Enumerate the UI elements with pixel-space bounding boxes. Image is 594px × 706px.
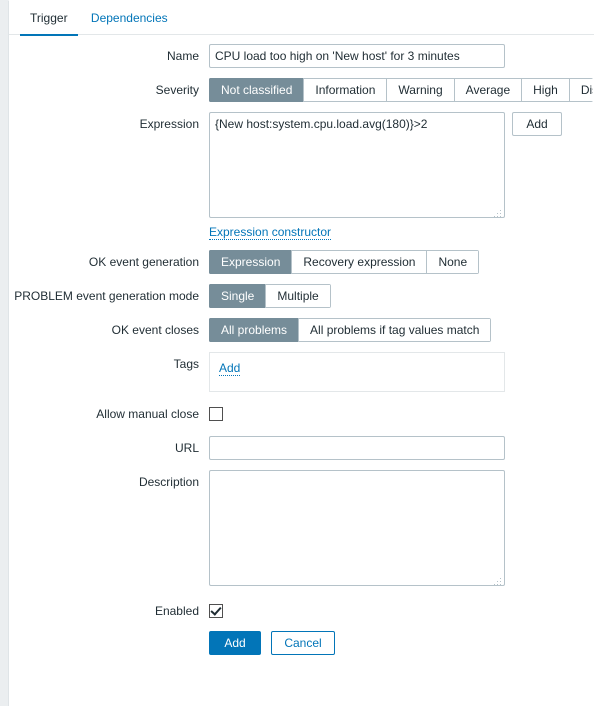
row-enabled: Enabled bbox=[9, 599, 594, 623]
row-name: Name bbox=[9, 44, 594, 68]
label-problem-event-generation-mode: PROBLEM event generation mode bbox=[14, 289, 199, 303]
ok-event-closes-option-all-problems-if-tag-values-match[interactable]: All problems if tag values match bbox=[298, 318, 492, 342]
ok-event-generation-option-expression[interactable]: Expression bbox=[209, 250, 292, 274]
expression-constructor-row: Expression constructor bbox=[209, 225, 594, 240]
enabled-checkbox[interactable] bbox=[209, 604, 223, 618]
submit-button[interactable]: Add bbox=[209, 631, 261, 655]
severity-radio-group[interactable]: Not classified Information Warning Avera… bbox=[209, 78, 593, 102]
field-allow-manual-close bbox=[209, 402, 594, 424]
field-ok-event-generation: Expression Recovery expression None bbox=[209, 250, 594, 274]
cancel-button[interactable]: Cancel bbox=[271, 631, 335, 655]
label-expression: Expression bbox=[139, 117, 199, 131]
severity-option-disaster[interactable]: Disaster bbox=[568, 78, 593, 102]
row-ok-event-generation: OK event generation Expression Recovery … bbox=[9, 250, 594, 274]
tab-bar: Trigger Dependencies bbox=[9, 1, 594, 36]
field-problem-event-generation-mode: Single Multiple bbox=[209, 284, 594, 308]
field-tags: Add bbox=[209, 352, 594, 392]
expression-textarea[interactable] bbox=[209, 112, 505, 218]
label-allow-manual-close: Allow manual close bbox=[96, 407, 199, 421]
allow-manual-close-checkbox[interactable] bbox=[209, 407, 223, 421]
field-url bbox=[209, 436, 594, 460]
row-problem-event-generation-mode: PROBLEM event generation mode Single Mul… bbox=[9, 284, 594, 308]
label-name: Name bbox=[166, 49, 199, 63]
field-severity: Not classified Information Warning Avera… bbox=[209, 78, 594, 102]
row-severity: Severity Not classified Information Warn… bbox=[9, 78, 594, 102]
name-input[interactable] bbox=[209, 44, 505, 68]
severity-option-not-classified[interactable]: Not classified bbox=[209, 78, 304, 102]
row-form-actions: Add Cancel bbox=[9, 631, 594, 655]
field-expression: Add Expression constructor bbox=[209, 112, 594, 240]
field-ok-event-closes: All problems All problems if tag values … bbox=[209, 318, 594, 342]
row-expression: Expression Add bbox=[9, 112, 594, 240]
severity-scroll-clip: Not classified Information Warning Avera… bbox=[209, 78, 593, 102]
field-description bbox=[209, 470, 594, 589]
trigger-form: Name Severity Not classified Information… bbox=[9, 35, 594, 655]
tab-trigger[interactable]: Trigger bbox=[20, 1, 78, 36]
label-description: Description bbox=[138, 475, 199, 489]
severity-option-warning[interactable]: Warning bbox=[386, 78, 454, 102]
field-enabled bbox=[209, 599, 594, 621]
label-url: URL bbox=[174, 441, 199, 455]
severity-option-average[interactable]: Average bbox=[453, 78, 522, 102]
expression-textarea-wrap bbox=[209, 112, 505, 221]
description-textarea-wrap bbox=[209, 470, 505, 589]
tags-add-link[interactable]: Add bbox=[219, 361, 241, 376]
ok-event-closes-radio-group[interactable]: All problems All problems if tag values … bbox=[209, 318, 492, 342]
ok-event-closes-option-all-problems[interactable]: All problems bbox=[209, 318, 299, 342]
problem-event-generation-mode-option-multiple[interactable]: Multiple bbox=[265, 284, 331, 308]
field-form-actions: Add Cancel bbox=[209, 631, 594, 655]
label-tags: Tags bbox=[173, 357, 199, 371]
url-input[interactable] bbox=[209, 436, 505, 460]
severity-option-high[interactable]: High bbox=[521, 78, 569, 102]
tags-box: Add bbox=[209, 352, 505, 392]
row-allow-manual-close: Allow manual close bbox=[9, 402, 594, 426]
severity-option-information[interactable]: Information bbox=[303, 78, 387, 102]
ok-event-generation-option-recovery-expression[interactable]: Recovery expression bbox=[291, 250, 427, 274]
ok-event-generation-radio-group[interactable]: Expression Recovery expression None bbox=[209, 250, 480, 274]
label-ok-event-generation: OK event generation bbox=[88, 255, 199, 269]
trigger-configuration-page: Trigger Dependencies Name Severity Not c… bbox=[0, 0, 594, 706]
problem-event-generation-mode-option-single[interactable]: Single bbox=[209, 284, 266, 308]
row-description: Description bbox=[9, 470, 594, 589]
row-ok-event-closes: OK event closes All problems All problem… bbox=[9, 318, 594, 342]
form-actions: Add Cancel bbox=[209, 631, 594, 655]
form-card: Trigger Dependencies Name Severity Not c… bbox=[8, 0, 594, 706]
expression-constructor-link[interactable]: Expression constructor bbox=[209, 225, 332, 240]
description-textarea[interactable] bbox=[209, 470, 505, 586]
label-enabled: Enabled bbox=[154, 604, 199, 618]
expression-line: Add bbox=[209, 112, 594, 221]
row-url: URL bbox=[9, 436, 594, 460]
expression-add-button[interactable]: Add bbox=[512, 112, 562, 136]
label-ok-event-closes: OK event closes bbox=[111, 323, 199, 337]
problem-event-generation-mode-radio-group[interactable]: Single Multiple bbox=[209, 284, 331, 308]
field-name bbox=[209, 44, 594, 68]
tab-dependencies[interactable]: Dependencies bbox=[81, 1, 178, 34]
ok-event-generation-option-none[interactable]: None bbox=[426, 250, 480, 274]
row-tags: Tags Add bbox=[9, 352, 594, 392]
label-severity: Severity bbox=[155, 83, 199, 97]
